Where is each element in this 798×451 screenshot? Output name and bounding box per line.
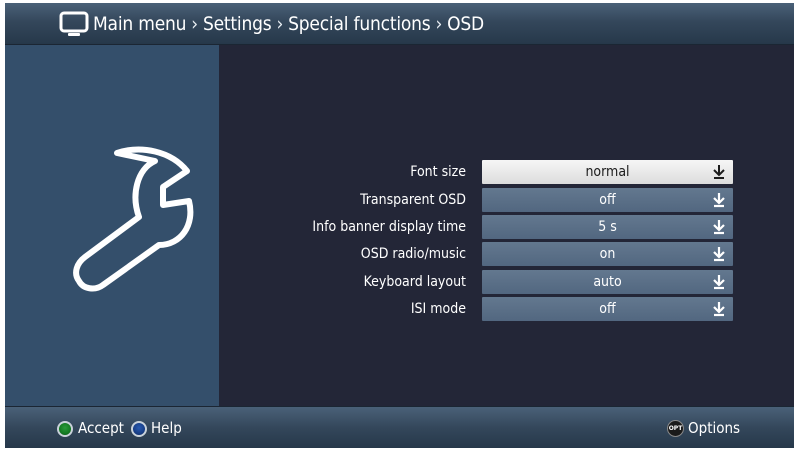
wrench-icon [73,146,194,292]
down-arrow-icon [713,220,725,235]
breadcrumb: Main menu › Settings › Special functions › OSD [93,9,484,39]
down-arrow-icon [713,165,725,179]
blue-button-icon[interactable] [131,421,147,437]
setting-value: off [599,301,616,317]
setting-row-keyboard-layout[interactable]: Keyboard layout auto [219,270,794,294]
breadcrumb-separator: › [191,13,198,35]
tv-icon [59,11,89,36]
breadcrumb-main-menu: Main menu [93,13,187,35]
opt-button-icon[interactable]: OPT [667,420,684,437]
setting-value: 5 s [598,219,617,235]
setting-row-isi-mode[interactable]: ISI mode off [219,297,794,321]
setting-row-osd-radio-music[interactable]: OSD radio/music on [219,242,794,266]
osd-radio-music-dropdown[interactable]: on [482,242,733,266]
osd-settings-screen: Main menu › Settings › Special functions › OSD… [5,3,794,448]
accept-label[interactable]: Accept [78,407,124,448]
info-banner-display-time-dropdown[interactable]: 5 s [482,215,733,239]
breadcrumb-special-functions: Special functions [288,13,431,35]
settings-list: Font size normal Transparent OSD off Inf… [219,45,794,406]
setting-row-transparent-osd[interactable]: Transparent OSD off [219,188,794,212]
header-bar: Main menu › Settings › Special functions › OSD [5,3,794,45]
setting-value: off [599,192,616,208]
transparent-osd-dropdown[interactable]: off [482,188,733,212]
breadcrumb-osd: OSD [447,13,484,35]
breadcrumb-settings: Settings [202,13,272,35]
breadcrumb-separator: › [276,13,284,35]
green-button-icon[interactable] [57,421,73,437]
left-icon-panel [5,45,219,406]
setting-label: Info banner display time [312,219,466,235]
setting-row-font-size[interactable]: Font size normal [219,160,794,184]
setting-label: Font size [410,164,466,180]
down-arrow-icon [713,247,725,262]
setting-value: normal [585,164,630,180]
down-arrow-icon [713,275,725,290]
setting-label: ISI mode [410,301,466,317]
setting-label: Transparent OSD [360,192,466,208]
breadcrumb-separator: › [435,13,443,35]
options-label[interactable]: Options [688,407,740,448]
setting-value: auto [593,274,622,290]
isi-mode-dropdown[interactable]: off [482,297,733,321]
setting-label: OSD radio/music [360,246,466,262]
setting-label: Keyboard layout [363,274,466,290]
setting-row-info-banner-display-time[interactable]: Info banner display time 5 s [219,215,794,239]
font-size-dropdown[interactable]: normal [482,160,733,184]
down-arrow-icon [713,302,725,317]
down-arrow-icon [713,193,725,208]
keyboard-layout-dropdown[interactable]: auto [482,270,733,294]
help-label[interactable]: Help [151,407,182,448]
setting-value: on [599,246,616,262]
footer-bar: Accept Help OPT Options [5,406,794,448]
